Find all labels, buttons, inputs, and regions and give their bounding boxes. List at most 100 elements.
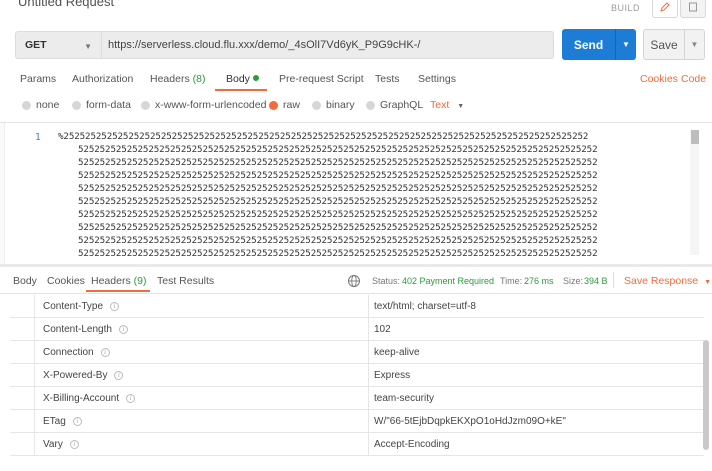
code-line[interactable]: 5252525252525252525252525252525252525252… bbox=[78, 144, 688, 155]
title-bar: Untitled Request BUILD bbox=[0, 0, 712, 22]
info-icon[interactable]: i bbox=[110, 302, 120, 311]
radio-label: binary bbox=[326, 99, 355, 111]
info-icon[interactable]: i bbox=[72, 417, 82, 426]
header-value: Express bbox=[374, 370, 411, 381]
radio-binary[interactable]: binary bbox=[312, 99, 355, 111]
info-icon[interactable]: i bbox=[118, 325, 128, 334]
resp-tab-headers[interactable]: Headers (9) bbox=[91, 275, 146, 287]
method-select[interactable]: GET ▼ bbox=[15, 31, 101, 59]
body-indicator-dot bbox=[252, 75, 259, 81]
table-row: X-Billing-Account i team-security bbox=[0, 387, 712, 410]
chevron-down-icon: ▼ bbox=[704, 279, 712, 286]
radio-form-data[interactable]: form-data bbox=[72, 99, 131, 111]
radio-urlencoded[interactable]: x-www-form-urlencoded bbox=[141, 99, 266, 111]
tab-body-label: Body bbox=[226, 73, 250, 85]
chevron-down-icon: ▼ bbox=[84, 42, 92, 51]
header-key-text: X-Powered-By bbox=[43, 370, 108, 381]
resp-tab-body[interactable]: Body bbox=[13, 275, 37, 287]
row-divider bbox=[10, 455, 704, 456]
radio-graphql[interactable]: GraphQL bbox=[366, 99, 423, 111]
radio-label: raw bbox=[283, 99, 300, 111]
tab-tests[interactable]: Tests bbox=[375, 73, 400, 85]
radio-none[interactable]: none bbox=[22, 99, 59, 111]
table-row: Content-Type i text/html; charset=utf-8 bbox=[0, 295, 712, 318]
code-line[interactable]: 5252525252525252525252525252525252525252… bbox=[78, 183, 688, 194]
radio-circle bbox=[22, 100, 31, 110]
code-line-first[interactable]: %252525252525252525252525252525252525252… bbox=[58, 131, 688, 142]
time-label: Time: bbox=[500, 276, 523, 286]
tab-params[interactable]: Params bbox=[20, 73, 56, 85]
row-gutter bbox=[10, 295, 35, 318]
build-label[interactable]: BUILD bbox=[611, 3, 640, 13]
header-value: text/html; charset=utf-8 bbox=[374, 301, 476, 312]
status-value: 402 Payment Required bbox=[402, 276, 495, 286]
resp-tab-headers-label: Headers bbox=[91, 275, 131, 287]
radio-circle bbox=[312, 100, 321, 110]
editor-gutter bbox=[0, 123, 5, 264]
tab-headers[interactable]: Headers (8) bbox=[150, 73, 205, 85]
response-scrollbar-thumb[interactable] bbox=[703, 340, 709, 450]
code-line[interactable]: 5252525252525252525252525252525252525252… bbox=[78, 248, 688, 259]
editor-scrollbar-track[interactable] bbox=[690, 130, 699, 255]
request-tabs: Params Authorization Headers (8) Body Pr… bbox=[0, 67, 712, 91]
active-response-tab-underline bbox=[86, 290, 150, 292]
radio-raw[interactable]: raw bbox=[269, 99, 300, 111]
tab-headers-count: (8) bbox=[192, 73, 206, 85]
info-icon[interactable]: i bbox=[126, 394, 136, 403]
table-row: Vary i Accept-Encoding bbox=[0, 433, 712, 456]
resp-tab-headers-count: (9) bbox=[133, 275, 147, 287]
request-title[interactable]: Untitled Request bbox=[18, 0, 114, 9]
tab-prerequest-script[interactable]: Pre-request Script bbox=[279, 73, 364, 85]
resp-tab-test-results[interactable]: Test Results bbox=[157, 275, 214, 287]
documentation-button[interactable] bbox=[680, 0, 706, 18]
header-key: X-Billing-Account i bbox=[35, 387, 369, 410]
header-key-text: Connection bbox=[43, 347, 94, 358]
radio-label: GraphQL bbox=[380, 99, 424, 111]
tab-body[interactable]: Body bbox=[226, 73, 259, 85]
code-link[interactable]: Code bbox=[681, 73, 706, 85]
header-key: Content-Type i bbox=[35, 295, 369, 318]
active-tab-underline bbox=[215, 89, 267, 91]
code-line[interactable]: 5252525252525252525252525252525252525252… bbox=[78, 209, 688, 220]
code-line[interactable]: 5252525252525252525252525252525252525252… bbox=[78, 196, 688, 207]
info-icon[interactable]: i bbox=[100, 348, 110, 357]
globe-icon[interactable] bbox=[347, 274, 361, 288]
url-input[interactable]: https://serverless.cloud.flu.xxx/demo/_4… bbox=[101, 31, 554, 59]
radio-circle bbox=[366, 100, 375, 110]
info-icon[interactable]: i bbox=[69, 440, 79, 449]
radio-label: x-www-form-urlencoded bbox=[155, 99, 267, 111]
table-row: Connection i keep-alive bbox=[0, 341, 712, 364]
divider bbox=[613, 272, 614, 288]
header-key-text: Content-Type bbox=[43, 301, 104, 312]
send-button[interactable]: Send ▼ bbox=[562, 29, 636, 60]
body-editor[interactable]: 1 %2525252525252525252525252525252525252… bbox=[0, 122, 712, 264]
code-line[interactable]: 5252525252525252525252525252525252525252… bbox=[78, 170, 688, 181]
save-label: Save bbox=[650, 37, 678, 52]
format-select[interactable]: Text ▼ bbox=[430, 99, 464, 111]
tab-settings[interactable]: Settings bbox=[418, 73, 456, 85]
send-label: Send bbox=[573, 37, 604, 52]
method-label: GET bbox=[25, 39, 47, 51]
tab-headers-label: Headers bbox=[150, 73, 190, 85]
save-response-button[interactable]: Save Response ▼ bbox=[624, 275, 711, 287]
save-response-label: Save Response bbox=[624, 275, 699, 287]
save-button[interactable]: Save ▼ bbox=[643, 29, 705, 60]
code-line[interactable]: 5252525252525252525252525252525252525252… bbox=[78, 222, 688, 233]
chevron-down-icon[interactable]: ▼ bbox=[616, 40, 636, 49]
header-value: 102 bbox=[374, 324, 391, 335]
header-key: X-Powered-By i bbox=[35, 364, 369, 387]
cookies-link[interactable]: Cookies bbox=[640, 73, 678, 85]
header-value: W/"66-5tEjbDqpkEKXpO1oHdJzm09O+kE" bbox=[374, 416, 566, 427]
header-key-text: ETag bbox=[43, 416, 66, 427]
chevron-down-icon[interactable]: ▼ bbox=[684, 30, 704, 59]
code-line[interactable]: 5252525252525252525252525252525252525252… bbox=[78, 235, 688, 246]
code-line[interactable]: 5252525252525252525252525252525252525252… bbox=[78, 157, 688, 168]
info-icon[interactable]: i bbox=[114, 371, 124, 380]
radio-circle bbox=[72, 100, 81, 110]
status-label: Status: bbox=[372, 276, 401, 286]
tab-authorization[interactable]: Authorization bbox=[72, 73, 133, 85]
line-number: 1 bbox=[35, 132, 41, 143]
edit-button[interactable] bbox=[652, 0, 678, 18]
editor-scrollbar-thumb[interactable] bbox=[691, 130, 699, 144]
resp-tab-cookies[interactable]: Cookies bbox=[47, 275, 85, 287]
